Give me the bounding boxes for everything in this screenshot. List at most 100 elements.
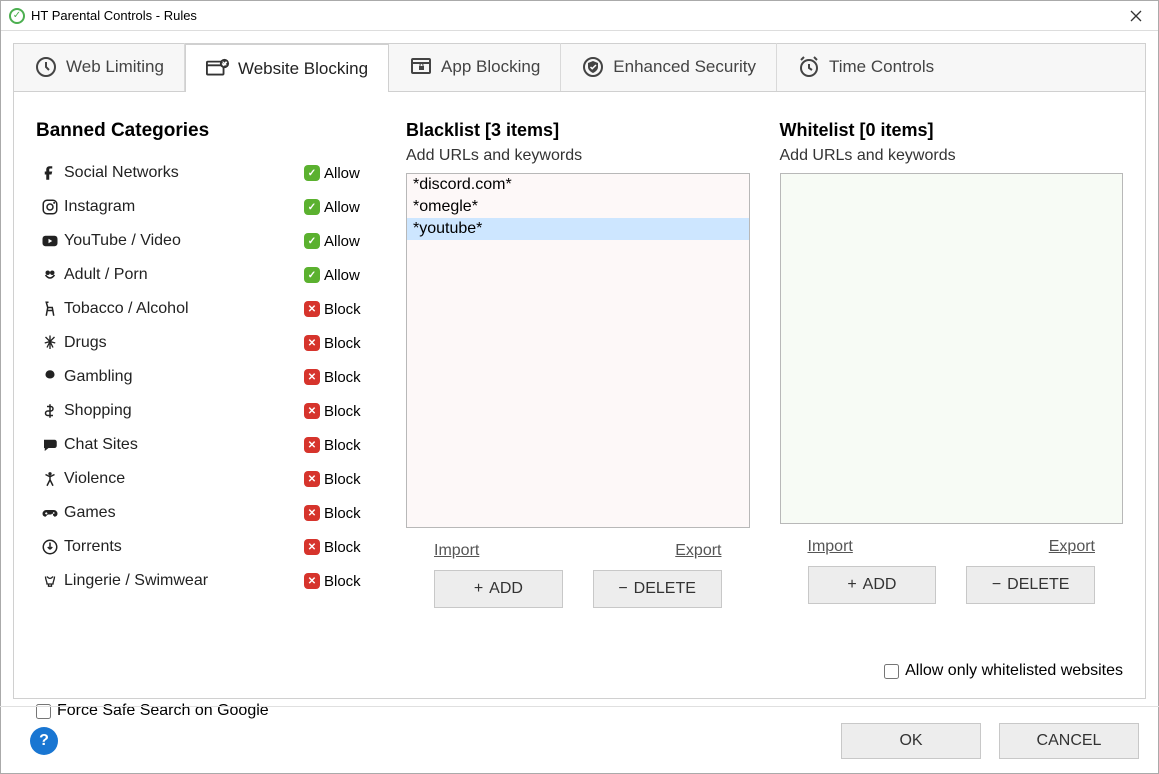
whitelist-add-button[interactable]: +ADD	[808, 566, 937, 604]
status-badge[interactable]: ✓Allow	[304, 165, 376, 182]
category-label: Adult / Porn	[64, 266, 304, 284]
category-icon	[36, 300, 64, 318]
tab-time-controls[interactable]: Time Controls	[777, 43, 954, 91]
category-label: Torrents	[64, 538, 304, 556]
list-item[interactable]: *youtube*	[407, 218, 749, 240]
category-row[interactable]: Instagram✓Allow	[36, 194, 376, 220]
whitelist-export-link[interactable]: Export	[1049, 538, 1095, 556]
category-icon	[36, 470, 64, 488]
category-icon	[36, 504, 64, 522]
status-badge[interactable]: ✕Block	[304, 369, 376, 386]
close-button[interactable]	[1122, 2, 1150, 30]
blacklist-listbox[interactable]: *discord.com**omegle**youtube*	[406, 173, 750, 528]
status-badge[interactable]: ✕Block	[304, 573, 376, 590]
blacklist-add-button[interactable]: +ADD	[434, 570, 563, 608]
category-label: Social Networks	[64, 164, 304, 182]
status-text: Allow	[324, 165, 360, 182]
category-icon	[36, 232, 64, 250]
window-title: HT Parental Controls - Rules	[31, 8, 197, 23]
category-icon	[36, 402, 64, 420]
category-label: YouTube / Video	[64, 232, 304, 250]
category-icon	[36, 538, 64, 556]
whitelist-import-link[interactable]: Import	[808, 538, 853, 556]
list-item[interactable]: *discord.com*	[407, 174, 749, 196]
category-label: Shopping	[64, 402, 304, 420]
category-row[interactable]: Drugs✕Block	[36, 330, 376, 356]
status-badge[interactable]: ✕Block	[304, 437, 376, 454]
category-icon	[36, 198, 64, 216]
close-icon	[1130, 10, 1142, 22]
allow-icon: ✓	[304, 199, 320, 215]
category-row[interactable]: Gambling✕Block	[36, 364, 376, 390]
list-item[interactable]: *omegle*	[407, 196, 749, 218]
whitelist-listbox[interactable]	[780, 173, 1124, 524]
category-label: Gambling	[64, 368, 304, 386]
status-text: Block	[324, 369, 361, 386]
status-badge[interactable]: ✕Block	[304, 335, 376, 352]
status-badge[interactable]: ✕Block	[304, 471, 376, 488]
status-badge[interactable]: ✕Block	[304, 505, 376, 522]
status-text: Block	[324, 403, 361, 420]
cancel-button[interactable]: CANCEL	[999, 723, 1139, 759]
ok-button[interactable]: OK	[841, 723, 981, 759]
status-badge[interactable]: ✓Allow	[304, 233, 376, 250]
category-label: Games	[64, 504, 304, 522]
block-icon: ✕	[304, 301, 320, 317]
status-badge[interactable]: ✓Allow	[304, 267, 376, 284]
tab-web-limiting[interactable]: Web Limiting	[14, 43, 185, 91]
category-row[interactable]: YouTube / Video✓Allow	[36, 228, 376, 254]
blacklist-export-link[interactable]: Export	[675, 542, 721, 560]
delete-label: DELETE	[1007, 576, 1069, 594]
alarm-icon	[797, 55, 821, 79]
tab-enhanced-security[interactable]: Enhanced Security	[561, 43, 777, 91]
tab-label: Time Controls	[829, 57, 934, 77]
category-row[interactable]: Violence✕Block	[36, 466, 376, 492]
category-list: Social Networks✓AllowInstagram✓AllowYouT…	[36, 160, 376, 594]
allow-icon: ✓	[304, 267, 320, 283]
add-label: ADD	[863, 576, 897, 594]
category-row[interactable]: Games✕Block	[36, 500, 376, 526]
status-badge[interactable]: ✕Block	[304, 403, 376, 420]
status-badge[interactable]: ✓Allow	[304, 199, 376, 216]
add-label: ADD	[489, 580, 523, 598]
category-row[interactable]: Chat Sites✕Block	[36, 432, 376, 458]
whitelist-delete-button[interactable]: −DELETE	[966, 566, 1095, 604]
category-label: Instagram	[64, 198, 304, 216]
tab-bar: Web Limiting Website Blocking App Blocki…	[13, 43, 1146, 91]
tab-app-blocking[interactable]: App Blocking	[389, 43, 561, 91]
category-row[interactable]: Tobacco / Alcohol✕Block	[36, 296, 376, 322]
minus-icon: −	[992, 576, 1001, 594]
status-badge[interactable]: ✕Block	[304, 539, 376, 556]
only-whitelist-label: Allow only whitelisted websites	[905, 662, 1123, 680]
status-text: Block	[324, 471, 361, 488]
status-text: Allow	[324, 199, 360, 216]
content-pane: Banned Categories Social Networks✓AllowI…	[13, 91, 1146, 699]
block-icon: ✕	[304, 471, 320, 487]
category-row[interactable]: Torrents✕Block	[36, 534, 376, 560]
block-icon: ✕	[304, 505, 320, 521]
whitelist-title: Whitelist [0 items]	[780, 120, 1124, 141]
blacklist-delete-button[interactable]: −DELETE	[593, 570, 722, 608]
category-row[interactable]: Social Networks✓Allow	[36, 160, 376, 186]
status-text: Block	[324, 301, 361, 318]
tab-website-blocking[interactable]: Website Blocking	[185, 44, 389, 92]
blacklist-import-link[interactable]: Import	[434, 542, 479, 560]
category-icon	[36, 572, 64, 590]
category-row[interactable]: Shopping✕Block	[36, 398, 376, 424]
block-icon: ✕	[304, 403, 320, 419]
category-row[interactable]: Adult / Porn✓Allow	[36, 262, 376, 288]
allow-icon: ✓	[304, 233, 320, 249]
status-text: Allow	[324, 267, 360, 284]
status-badge[interactable]: ✕Block	[304, 301, 376, 318]
category-row[interactable]: Lingerie / Swimwear✕Block	[36, 568, 376, 594]
status-text: Block	[324, 505, 361, 522]
block-icon: ✕	[304, 335, 320, 351]
help-button[interactable]: ?	[30, 727, 58, 755]
tab-label: Website Blocking	[238, 59, 368, 79]
category-label: Violence	[64, 470, 304, 488]
status-text: Block	[324, 573, 361, 590]
tab-label: Enhanced Security	[613, 57, 756, 77]
only-whitelist-checkbox[interactable]	[884, 664, 899, 679]
category-label: Drugs	[64, 334, 304, 352]
clock-web-icon	[34, 55, 58, 79]
